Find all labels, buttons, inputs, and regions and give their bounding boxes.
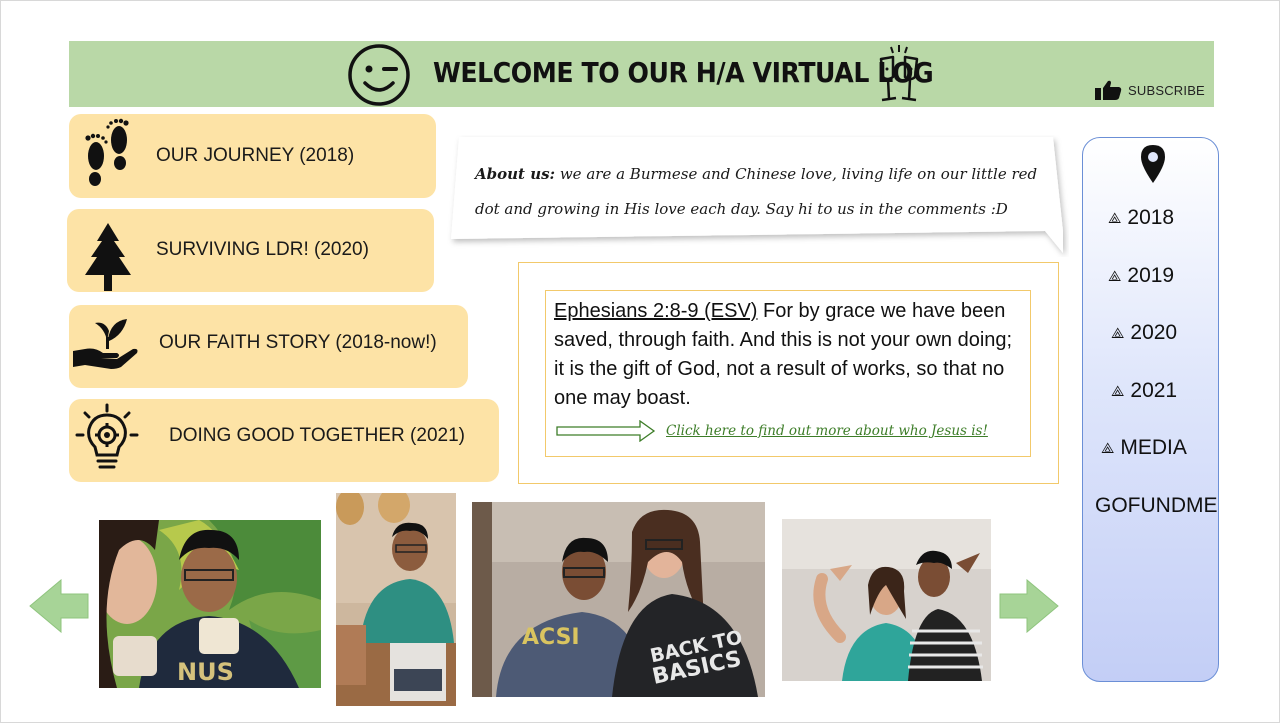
- gallery-photo-2[interactable]: [336, 493, 456, 706]
- sidebar-label: 2021: [1130, 379, 1178, 402]
- sidebar-label: 2020: [1130, 321, 1178, 344]
- subscribe-label: SUBSCRIBE: [1128, 82, 1205, 98]
- navigate-arrow-icon: ⟁: [1101, 439, 1115, 457]
- journey-button-doing-good[interactable]: DOING GOOD TOGETHER (2021): [69, 399, 499, 482]
- journey-label: OUR JOURNEY (2018): [156, 145, 355, 166]
- navigate-arrow-icon: ⟁: [1111, 382, 1125, 400]
- journey-button-faith-story[interactable]: OUR FAITH STORY (2018-now!): [69, 305, 468, 388]
- arrow-right-outline-icon: [556, 420, 656, 442]
- journey-label: OUR FAITH STORY (2018-now!): [159, 332, 437, 353]
- hand-sprout-icon: [73, 319, 138, 369]
- svg-text:NUS: NUS: [177, 658, 234, 686]
- sidebar-item-2018[interactable]: ⟁ 2018: [1108, 206, 1174, 230]
- champagne-glasses-icon: [879, 45, 919, 102]
- navigate-arrow-icon: ⟁: [1111, 324, 1125, 342]
- journey-label: SURVIVING LDR! (2020): [156, 239, 369, 260]
- journey-button-surviving-ldr[interactable]: SURVIVING LDR! (2020): [67, 209, 434, 292]
- page: WELCOME TO OUR H/A VIRTUAL LOG SUBSCRIBE: [0, 0, 1280, 723]
- sidebar-item-gofundme[interactable]: GOFUNDME: [1095, 494, 1218, 518]
- winking-smiley-icon: [348, 44, 410, 106]
- sidebar-label: GOFUNDME: [1095, 494, 1218, 517]
- chevron-right-icon[interactable]: [999, 579, 1059, 633]
- about-text: About us: we are a Burmese and Chinese l…: [475, 157, 1055, 227]
- page-title: WELCOME TO OUR H/A VIRTUAL LOG: [433, 56, 934, 89]
- verse-reference: Ephesians 2:8-9 (ESV): [554, 300, 758, 322]
- sidebar-label: 2018: [1127, 206, 1175, 229]
- verse-text: Ephesians 2:8-9 (ESV) For by grace we ha…: [554, 297, 1024, 413]
- sidebar-item-2020[interactable]: ⟁ 2020: [1111, 321, 1177, 345]
- footprints-icon: [85, 118, 129, 186]
- jesus-info-link[interactable]: Click here to find out more about who Je…: [666, 423, 988, 439]
- thumbs-up-icon: [1095, 80, 1122, 100]
- sidebar-item-2019[interactable]: ⟁ 2019: [1108, 264, 1174, 288]
- sidebar-label: MEDIA: [1120, 436, 1187, 459]
- about-heading: About us:: [475, 165, 556, 183]
- location-pin-icon: [1141, 145, 1165, 183]
- chevron-left-icon[interactable]: [29, 579, 89, 633]
- subscribe-button[interactable]: SUBSCRIBE: [1094, 79, 1205, 101]
- journey-label: DOING GOOD TOGETHER (2021): [169, 425, 465, 446]
- gallery-photo-3[interactable]: ACSI BACK TO BASICS: [472, 502, 765, 697]
- sidebar-item-media[interactable]: ⟁ MEDIA: [1101, 436, 1187, 460]
- sidebar-label: 2019: [1127, 264, 1175, 287]
- svg-text:ACSI: ACSI: [522, 625, 580, 650]
- about-body: we are a Burmese and Chinese love, livin…: [475, 165, 1038, 218]
- gallery-photo-1[interactable]: NUS: [99, 520, 321, 688]
- lightbulb-gear-icon: [75, 403, 139, 469]
- gallery-photo-4[interactable]: [782, 519, 991, 681]
- journey-button-our-journey[interactable]: OUR JOURNEY (2018): [69, 114, 436, 198]
- year-sidebar: ⟁ 2018 ⟁ 2019 ⟁ 2020 ⟁ 2021 ⟁ MEDIA GOFUNDME: [1082, 137, 1219, 682]
- sidebar-item-2021[interactable]: ⟁ 2021: [1111, 379, 1177, 403]
- navigate-arrow-icon: ⟁: [1108, 209, 1122, 227]
- tree-icon: [85, 223, 131, 291]
- header-banner: WELCOME TO OUR H/A VIRTUAL LOG SUBSCRIBE: [69, 41, 1214, 107]
- verse-link-row[interactable]: Click here to find out more about who Je…: [556, 420, 988, 442]
- navigate-arrow-icon: ⟁: [1108, 267, 1122, 285]
